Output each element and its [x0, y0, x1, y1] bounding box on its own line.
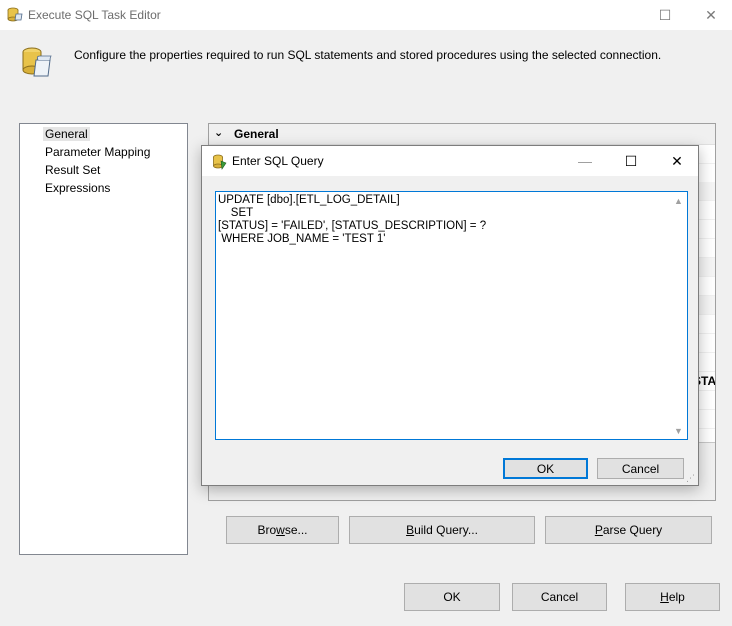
dialog-maximize-button[interactable]: ☐: [608, 146, 654, 176]
close-button[interactable]: ✕: [688, 0, 732, 30]
close-icon: ✕: [671, 152, 683, 169]
dialog-minimize-button[interactable]: —: [562, 146, 608, 176]
dialog-titlebar: Enter SQL Query — ☐ ✕: [202, 146, 698, 176]
build-query-button[interactable]: Build Query...: [349, 516, 535, 544]
window-title: Execute SQL Task Editor: [28, 8, 161, 22]
build-query-label-accel: B: [406, 523, 415, 537]
dialog-cancel-button[interactable]: Cancel: [597, 458, 684, 479]
vertical-scrollbar[interactable]: ▲ ▼: [670, 192, 687, 439]
dialog-close-button[interactable]: ✕: [654, 146, 700, 176]
minimize-icon: —: [578, 153, 592, 169]
browse-label-post: se...: [284, 523, 308, 537]
browse-label-accel: w: [276, 523, 285, 537]
maximize-icon: ☐: [624, 152, 638, 169]
help-label-post: elp: [668, 590, 685, 604]
sql-query-textarea[interactable]: UPDATE [dbo].[ETL_LOG_DETAIL] SET [STATU…: [215, 191, 688, 440]
sql-task-header-icon: [22, 47, 52, 77]
browse-button[interactable]: Bro w se...: [226, 516, 339, 544]
browse-label-pre: Bro: [257, 523, 277, 537]
scroll-down-icon[interactable]: ▼: [670, 422, 687, 439]
parse-query-label-post: arse Query: [602, 523, 663, 537]
nav-item-general[interactable]: General: [43, 127, 90, 141]
main-titlebar: Execute SQL Task Editor ☐ ✕: [0, 0, 732, 30]
close-icon: ✕: [705, 6, 717, 23]
help-label-accel: H: [660, 590, 669, 604]
build-query-label-post: uild Query...: [414, 523, 478, 537]
nav-item-result-set[interactable]: Result Set: [45, 163, 100, 177]
sql-query-icon: [213, 154, 227, 170]
nav-item-parameter-mapping[interactable]: Parameter Mapping: [45, 145, 150, 159]
cancel-button[interactable]: Cancel: [512, 583, 607, 611]
help-button[interactable]: Help: [625, 583, 720, 611]
parse-query-button[interactable]: Parse Query: [545, 516, 712, 544]
execute-sql-task-icon: [7, 7, 23, 22]
parse-query-label-accel: P: [594, 523, 603, 537]
dialog-title: Enter SQL Query: [232, 154, 324, 168]
resize-grip-icon[interactable]: ⋰: [686, 473, 696, 483]
header-description: Configure the properties required to run…: [74, 48, 662, 62]
scroll-up-icon[interactable]: ▲: [670, 192, 687, 209]
dialog-ok-button[interactable]: OK: [503, 458, 588, 479]
maximize-icon: ☐: [658, 6, 672, 23]
navigation-list: General Parameter Mapping Result Set Exp…: [19, 123, 188, 555]
property-category-general[interactable]: ⌄ General: [209, 124, 715, 145]
property-category-label: General: [234, 127, 279, 141]
enter-sql-query-dialog: Enter SQL Query — ☐ ✕ UPDATE [dbo].[ETL_…: [201, 145, 699, 486]
ok-button[interactable]: OK: [404, 583, 500, 611]
maximize-button[interactable]: ☐: [642, 0, 688, 30]
nav-item-expressions[interactable]: Expressions: [45, 181, 110, 195]
sql-query-text: UPDATE [dbo].[ETL_LOG_DETAIL] SET [STATU…: [218, 194, 487, 245]
chevron-down-icon: ⌄: [214, 127, 224, 139]
